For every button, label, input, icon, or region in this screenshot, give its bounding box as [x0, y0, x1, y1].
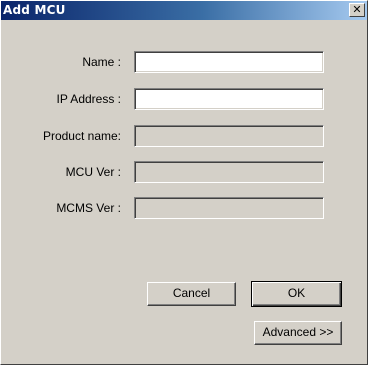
- close-button[interactable]: ✕: [349, 3, 365, 17]
- ip-address-label: IP Address :: [56, 92, 121, 106]
- ip-address-input[interactable]: [134, 88, 324, 110]
- advanced-button[interactable]: Advanced >>: [254, 321, 342, 345]
- product-name-field: [134, 125, 324, 147]
- mcms-ver-field: [134, 197, 324, 219]
- name-label: Name :: [82, 55, 121, 69]
- title-bar[interactable]: Add MCU ✕: [1, 1, 367, 20]
- cancel-button[interactable]: Cancel: [147, 282, 236, 306]
- close-icon: ✕: [352, 3, 362, 16]
- mcu-ver-field: [134, 161, 324, 183]
- add-mcu-dialog: Add MCU ✕ Name : IP Address : Product na…: [0, 0, 368, 365]
- mcu-ver-label: MCU Ver :: [65, 165, 121, 179]
- mcms-ver-label: MCMS Ver :: [56, 201, 121, 215]
- product-name-label: Product name:: [42, 129, 121, 143]
- window-title: Add MCU: [3, 3, 66, 17]
- ok-button[interactable]: OK: [251, 281, 342, 307]
- name-input[interactable]: [134, 51, 324, 73]
